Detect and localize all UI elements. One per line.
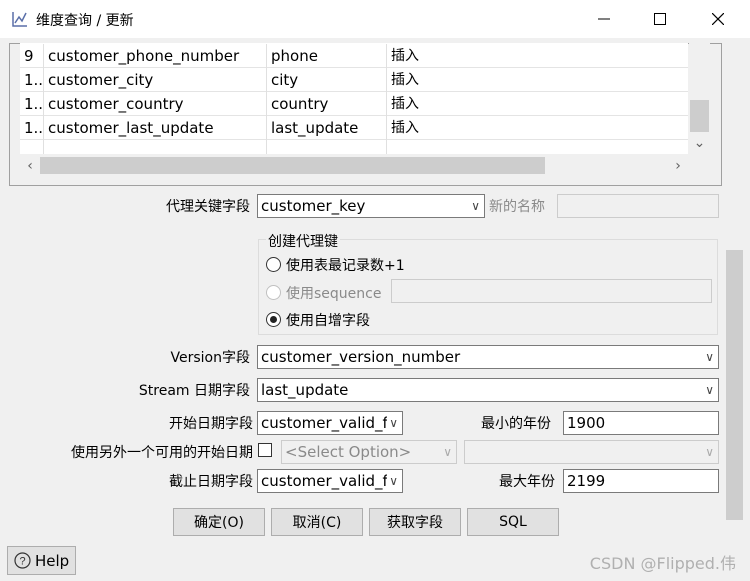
chevron-down-icon: ∨ — [471, 199, 480, 213]
alt-start-date-checkbox[interactable] — [258, 443, 272, 457]
table-horizontal-scroll-thumb[interactable] — [40, 157, 545, 174]
stream-field-cell[interactable]: country — [267, 92, 387, 116]
max-year-label: 最大年份 — [499, 474, 555, 490]
app-icon — [10, 9, 30, 29]
fields-table[interactable]: 9 customer_phone_number phone 插入 1.. cus… — [20, 43, 688, 154]
update-type-cell[interactable]: 插入 — [387, 68, 688, 92]
get-fields-button[interactable]: 获取字段 — [369, 508, 461, 536]
help-button[interactable]: ? Help — [7, 546, 76, 575]
stream-field-cell[interactable] — [267, 140, 387, 154]
update-type-cell[interactable] — [387, 140, 688, 154]
minimize-icon — [598, 18, 610, 20]
minimize-button[interactable] — [576, 0, 632, 38]
table-row[interactable]: 1.. customer_last_update last_update 插入 — [20, 116, 688, 140]
chevron-down-icon: ∨ — [705, 383, 714, 397]
dialog-vertical-scroll-thumb[interactable] — [726, 250, 743, 520]
ok-button[interactable]: 确定(O) — [173, 508, 265, 536]
maximize-button[interactable] — [632, 0, 688, 38]
chevron-down-icon: ∨ — [705, 350, 714, 364]
stream-date-value: last_update — [261, 381, 349, 399]
stream-date-select[interactable]: last_update ∨ — [257, 378, 719, 402]
update-type-cell[interactable]: 插入 — [387, 116, 688, 140]
close-icon — [712, 13, 724, 25]
table-row[interactable] — [20, 140, 688, 154]
row-number: 1.. — [20, 68, 44, 92]
end-date-label: 截止日期字段 — [169, 474, 253, 490]
dimension-field-cell[interactable] — [44, 140, 267, 154]
chevron-down-icon: ∨ — [443, 445, 452, 459]
watermark-text: CSDN @Flipped.伟 — [589, 554, 736, 573]
cancel-button[interactable]: 取消(C) — [271, 508, 363, 536]
scroll-right-icon[interactable]: › — [668, 155, 688, 176]
row-number: 9 — [20, 44, 44, 68]
start-date-value: customer_valid_f — [261, 414, 388, 432]
row-number: 1.. — [20, 116, 44, 140]
scroll-left-icon[interactable]: ‹ — [20, 155, 40, 176]
alt-start-option-select[interactable]: <Select Option> ∨ — [281, 440, 457, 464]
surrogate-key-label: 代理关键字段 — [166, 199, 250, 215]
sequence-name-input[interactable] — [391, 279, 712, 303]
maximize-icon — [654, 13, 666, 25]
svg-text:?: ? — [19, 556, 25, 568]
alt-start-option-value: <Select Option> — [285, 443, 412, 461]
min-year-label: 最小的年份 — [481, 416, 551, 432]
option-auto-increment-label: 使用自增字段 — [286, 313, 370, 329]
window-title: 维度查询 / 更新 — [36, 13, 134, 29]
stream-field-cell[interactable]: city — [267, 68, 387, 92]
surrogate-key-select[interactable]: customer_key ∨ — [257, 194, 485, 218]
stream-field-cell[interactable]: phone — [267, 44, 387, 68]
dimension-field-cell[interactable]: customer_last_update — [44, 116, 267, 140]
end-date-value: customer_valid_f — [261, 472, 388, 490]
dimension-field-cell[interactable]: customer_city — [44, 68, 267, 92]
table-row[interactable]: 9 customer_phone_number phone 插入 — [20, 44, 688, 68]
new-name-label: 新的名称 — [489, 199, 545, 215]
scroll-down-icon[interactable]: ⌄ — [689, 133, 710, 153]
surrogate-key-value: customer_key — [261, 197, 366, 215]
table-row[interactable]: 1.. customer_city city 插入 — [20, 68, 688, 92]
help-icon: ? — [14, 552, 31, 569]
version-field-label: Version字段 — [170, 350, 250, 366]
option-table-max-radio[interactable] — [266, 257, 281, 272]
sql-button[interactable]: SQL — [467, 508, 559, 536]
update-type-cell[interactable]: 插入 — [387, 44, 688, 68]
create-key-legend: 创建代理键 — [266, 231, 340, 251]
option-auto-increment-radio[interactable] — [266, 312, 281, 327]
option-table-max-label: 使用表最记录数+1 — [286, 258, 405, 274]
stream-date-label: Stream 日期字段 — [138, 383, 250, 399]
max-year-input[interactable]: 2199 — [563, 469, 719, 493]
dimension-field-cell[interactable]: customer_country — [44, 92, 267, 116]
version-field-select[interactable]: customer_version_number ∨ — [257, 345, 719, 369]
new-name-input[interactable] — [557, 194, 719, 218]
alt-start-column-select[interactable]: ∨ — [464, 440, 719, 464]
version-field-value: customer_version_number — [261, 348, 461, 366]
start-date-label: 开始日期字段 — [169, 416, 253, 432]
option-sequence-label: 使用sequence — [286, 286, 382, 302]
table-row[interactable]: 1.. customer_country country 插入 — [20, 92, 688, 116]
dimension-field-cell[interactable]: customer_phone_number — [44, 44, 267, 68]
chevron-down-icon: ∨ — [387, 412, 398, 434]
row-number: 1.. — [20, 92, 44, 116]
min-year-input[interactable]: 1900 — [563, 411, 719, 435]
start-date-select[interactable]: customer_valid_f ∨ — [257, 411, 403, 435]
table-vertical-scroll-thumb[interactable] — [690, 100, 709, 132]
end-date-select[interactable]: customer_valid_f ∨ — [257, 469, 403, 493]
chevron-down-icon: ∨ — [387, 470, 398, 492]
chevron-down-icon: ∨ — [705, 445, 714, 459]
help-label: Help — [35, 551, 70, 570]
close-button[interactable] — [690, 0, 746, 38]
option-sequence-radio[interactable] — [266, 285, 281, 300]
stream-field-cell[interactable]: last_update — [267, 116, 387, 140]
alt-start-date-label: 使用另外一个可用的开始日期 — [71, 445, 253, 461]
update-type-cell[interactable]: 插入 — [387, 92, 688, 116]
row-number — [20, 140, 44, 154]
